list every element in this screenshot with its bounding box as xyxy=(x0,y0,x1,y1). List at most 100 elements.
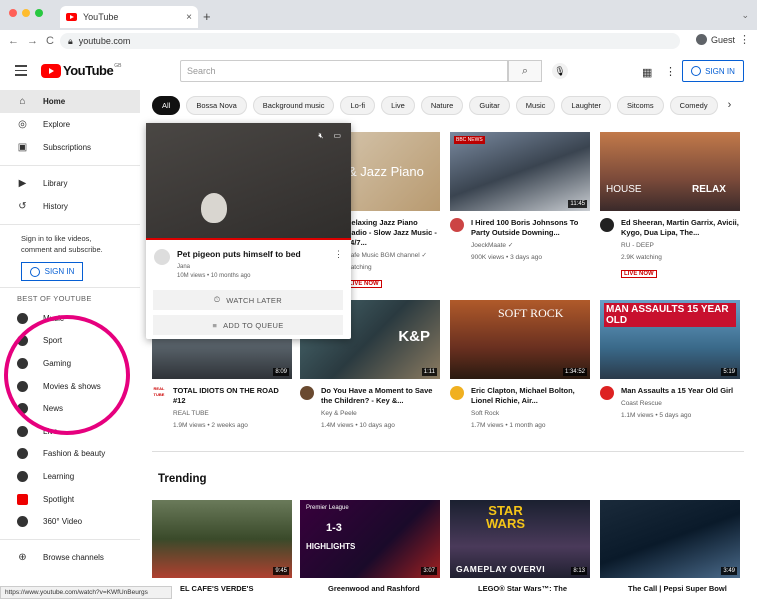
preview-video[interactable]: 🔇︎ ▭ xyxy=(146,123,351,240)
url-field[interactable]: 🔒︎ youtube.com xyxy=(60,33,680,49)
preview-title[interactable]: Pet pigeon puts himself to bed xyxy=(177,249,301,259)
chip-guitar[interactable]: Guitar xyxy=(469,95,510,115)
minimize-window-button[interactable] xyxy=(22,9,30,17)
sidebar-item-spotlight[interactable]: Spotlight xyxy=(0,488,140,511)
video-title[interactable]: Relaxing Jazz Piano Radio - Slow Jazz Mu… xyxy=(346,218,440,248)
channel-avatar[interactable]: REAL TUBE xyxy=(152,386,166,400)
captions-icon[interactable]: ▭ xyxy=(333,131,341,141)
channel-name[interactable]: Cafe Music BGM channel ✓ xyxy=(346,251,440,260)
channel-avatar[interactable] xyxy=(600,386,614,400)
channel-avatar[interactable] xyxy=(450,386,464,400)
video-title[interactable]: I Hired 100 Boris Johnsons To Party Outs… xyxy=(471,218,590,238)
chip-comedy[interactable]: Comedy xyxy=(669,95,718,115)
settings-more-icon[interactable]: ⋮ xyxy=(665,65,676,78)
video-card[interactable]: MAN ASSAULTS 15 YEAR OLD 5:19 Man Assaul… xyxy=(600,300,740,420)
youtube-logo[interactable]: YouTube GB xyxy=(41,63,121,78)
video-card[interactable]: SOFT ROCK 1:34:52 Eric Clapton, Michael … xyxy=(450,300,590,430)
video-stats: 1.4M views • 10 days ago xyxy=(321,422,395,429)
watch-later-label: WATCH LATER xyxy=(226,295,282,305)
channel-name[interactable]: RU - DEEP xyxy=(621,241,740,250)
reload-icon[interactable]: C xyxy=(46,35,54,47)
video-thumbnail[interactable]: BBC NEWS 11:45 xyxy=(450,132,590,211)
chip-all[interactable]: All xyxy=(152,95,181,115)
video-card[interactable]: HOUSE RELAX Ed Sheeran, Martin Garrix, A… xyxy=(600,132,740,280)
sidebar-item-label: Explore xyxy=(43,120,71,129)
profile-button[interactable]: Guest xyxy=(695,34,735,45)
new-tab-button[interactable]: + xyxy=(203,9,211,24)
channel-name[interactable]: REAL TUBE xyxy=(173,409,292,418)
video-title[interactable]: Greenwood and Rashford xyxy=(328,584,440,594)
hover-preview-popup[interactable]: 🔇︎ ▭ Pet pigeon puts himself to bed Jana… xyxy=(146,123,351,339)
video-title[interactable]: The Call | Pepsi Super Bowl xyxy=(628,584,740,594)
video-thumbnail[interactable]: Premier League 1-3 HIGHLIGHTS 3:07 xyxy=(300,500,440,578)
chip-sitcoms[interactable]: Sitcoms xyxy=(617,95,664,115)
sidebar-item-browse-channels[interactable]: ⊕ Browse channels xyxy=(0,546,140,569)
chip-lofi[interactable]: Lo-fi xyxy=(340,95,376,115)
video-title[interactable]: TOTAL IDIOTS ON THE ROAD #12 xyxy=(173,386,292,406)
close-tab-icon[interactable]: × xyxy=(186,12,192,23)
video-thumbnail[interactable]: MAN ASSAULTS 15 YEAR OLD 5:19 xyxy=(600,300,740,379)
trending-video-card[interactable]: 3:49 The Call | Pepsi Super Bowl xyxy=(600,500,740,594)
search-button[interactable]: ⌕ xyxy=(508,60,542,82)
sidebar-sign-in-button[interactable]: SIGN IN xyxy=(21,262,83,281)
video-title[interactable]: Eric Clapton, Michael Bolton, Lionel Ric… xyxy=(471,386,590,406)
video-thumbnail[interactable]: 3:49 xyxy=(600,500,740,578)
video-thumbnail[interactable]: SOFT ROCK 1:34:52 xyxy=(450,300,590,379)
sidebar-item-history[interactable]: ↺ History xyxy=(0,195,140,218)
trending-video-card[interactable]: 9:45 EL CAFE'S VERDE'S xyxy=(152,500,292,594)
chip-live[interactable]: Live xyxy=(381,95,415,115)
search-input[interactable]: Search xyxy=(180,60,508,82)
chip-bossa-nova[interactable]: Bossa Nova xyxy=(186,95,247,115)
sidebar-item-explore[interactable]: ◎ Explore xyxy=(0,113,140,136)
channel-name[interactable]: Coast Rescue xyxy=(621,399,733,408)
watch-later-button[interactable]: 🕓︎ WATCH LATER xyxy=(153,290,343,310)
video-thumbnail[interactable]: STAR WARS GAMEPLAY OVERVI 8:13 xyxy=(450,500,590,578)
more-actions-icon[interactable]: ⋮ xyxy=(334,249,343,281)
chip-background-music[interactable]: Background music xyxy=(252,95,335,115)
maximize-window-button[interactable] xyxy=(35,9,43,17)
video-title[interactable]: Ed Sheeran, Martin Garrix, Avicii, Kygo,… xyxy=(621,218,740,238)
chip-music[interactable]: Music xyxy=(515,95,556,115)
video-title[interactable]: LEGO® Star Wars™: The xyxy=(478,584,590,594)
channel-name[interactable]: Key & Peele xyxy=(321,409,440,418)
sidebar-item-fashion[interactable]: Fashion & beauty xyxy=(0,443,140,466)
sidebar-item-360-video[interactable]: 360° Video xyxy=(0,510,140,533)
sidebar-item-library[interactable]: ▶ Library xyxy=(0,172,140,195)
trending-video-card[interactable]: Premier League 1-3 HIGHLIGHTS 3:07 Green… xyxy=(300,500,440,594)
channel-avatar[interactable] xyxy=(600,218,614,232)
browser-tab[interactable]: YouTube × xyxy=(60,6,198,28)
video-thumbnail[interactable]: HOUSE RELAX xyxy=(600,132,740,211)
channel-name[interactable]: Soft Rock xyxy=(471,409,590,418)
add-to-queue-button[interactable]: ≡ ADD TO QUEUE xyxy=(153,315,343,335)
chip-nature[interactable]: Nature xyxy=(420,95,464,115)
forward-icon[interactable]: → xyxy=(27,35,38,47)
chip-laughter[interactable]: Laughter xyxy=(561,95,611,115)
close-window-button[interactable] xyxy=(9,9,17,17)
browser-menu-icon[interactable]: ⋮ xyxy=(739,33,750,46)
sidebar-item-subscriptions[interactable]: ▣ Subscriptions xyxy=(0,136,140,159)
channel-avatar[interactable] xyxy=(450,218,464,232)
trending-video-card[interactable]: STAR WARS GAMEPLAY OVERVI 8:13 LEGO® Star… xyxy=(450,500,590,594)
video-title[interactable]: Man Assaults a 15 Year Old Girl xyxy=(621,386,733,396)
video-title[interactable]: Do You Have a Moment to Save the Childre… xyxy=(321,386,440,406)
video-stats: watching xyxy=(346,264,372,271)
tab-search-chevron-icon[interactable]: ⌄ xyxy=(741,10,749,21)
sidebar-item-learning[interactable]: Learning xyxy=(0,465,140,488)
mute-icon[interactable]: 🔇︎ xyxy=(318,131,323,141)
channel-avatar[interactable] xyxy=(300,386,314,400)
channel-name[interactable]: JoeckMaate ✓ xyxy=(471,241,590,250)
chevron-right-icon[interactable]: › xyxy=(728,99,732,111)
video-stats: 900K views • 3 days ago xyxy=(471,254,542,261)
sidebar-item-home[interactable]: ⌂ Home xyxy=(0,90,140,113)
channel-avatar[interactable] xyxy=(154,249,170,265)
video-title[interactable]: EL CAFE'S VERDE'S xyxy=(180,584,292,594)
apps-grid-icon[interactable]: ▦ xyxy=(642,66,652,79)
video-thumbnail[interactable]: 9:45 xyxy=(152,500,292,578)
back-icon[interactable]: ← xyxy=(8,35,19,47)
video-duration: 5:19 xyxy=(721,368,737,376)
menu-hamburger-icon[interactable] xyxy=(15,65,27,79)
sign-in-button[interactable]: SIGN IN xyxy=(682,60,744,82)
video-card[interactable]: BBC NEWS 11:45 I Hired 100 Boris Johnson… xyxy=(450,132,590,262)
preview-channel[interactable]: Jana xyxy=(177,263,301,272)
voice-search-mic-icon[interactable]: 🎙︎ xyxy=(552,63,568,79)
